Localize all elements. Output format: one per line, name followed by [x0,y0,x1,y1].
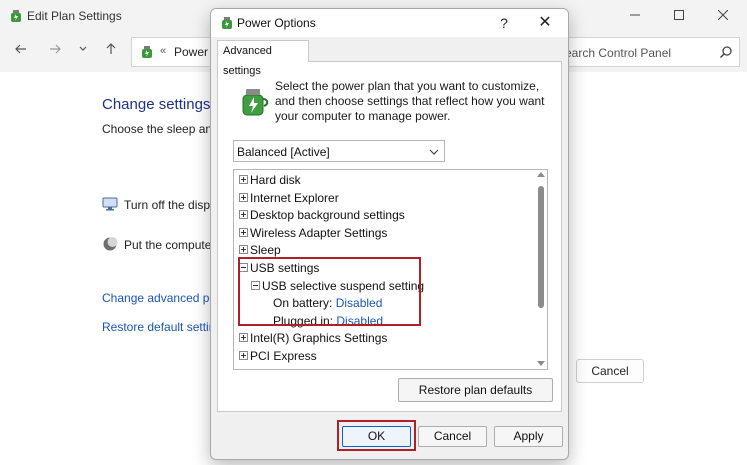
tree-item-text: Wireless Adapter Settings [250,225,388,240]
power-plan-selected-value: Balanced [Active] [237,145,330,159]
expand-plus-icon[interactable] [239,333,248,343]
tree-item[interactable]: USB settings [234,259,532,277]
tree-item[interactable]: PCI Express [234,347,532,365]
tree-item-value-link[interactable]: Disabled [336,296,383,310]
dialog-close-button[interactable]: ✕ [533,12,557,34]
tree-item[interactable]: Desktop background settings [234,206,532,224]
search-placeholder: earch Control Panel [565,46,672,60]
tree-item-label: Wireless Adapter Settings [250,224,387,242]
tree-item-label: Desktop background settings [250,206,405,224]
advanced-settings-panel: Select the power plan that you want to c… [217,61,562,412]
tree-item-text: Intel(R) Graphics Settings [250,331,388,346]
recent-locations-button[interactable] [72,40,94,62]
arrow-left-icon [15,44,26,54]
expand-plus-icon[interactable] [239,245,248,255]
tree-item-label: USB selective suspend setting [262,277,424,295]
turn-off-display-label: Turn off the displ [124,198,213,212]
restore-default-settings-link[interactable]: Restore default setting [102,320,222,334]
collapse-minus-icon[interactable] [239,263,248,272]
forward-button[interactable] [44,40,66,62]
maximize-button[interactable] [664,4,694,26]
search-icon [719,46,732,59]
tree-item[interactable]: Internet Explorer [234,189,532,207]
tree-scrollbar[interactable] [534,170,547,369]
sleep-label: Put the computer [124,238,216,252]
tree-item-label: USB settings [250,259,319,277]
tree-item-label: Hard disk [250,171,301,189]
tree-item-text: Hard disk [250,173,301,187]
tab-advanced-settings[interactable]: Advanced settings [217,40,309,77]
page-subtitle: Choose the sleep and [102,122,219,136]
scrollbar-thumb[interactable] [538,186,544,308]
back-button[interactable] [10,40,32,62]
window-close-button[interactable] [708,4,738,26]
tree-item[interactable]: Hard disk [234,171,532,189]
tree-item-label: Plugged in: Disabled [273,312,383,330]
tree-item-text: USB settings [250,261,320,275]
tree-item-text: Sleep [250,243,281,258]
tree-item-label: Sleep [250,241,281,259]
chevron-down-icon [429,149,439,155]
apply-button[interactable]: Apply [494,426,563,447]
minimize-icon [630,14,640,16]
expand-plus-icon[interactable] [239,175,248,184]
expand-plus-icon[interactable] [239,210,248,220]
ok-button[interactable]: OK [342,426,411,447]
power-options-icon [222,17,232,29]
tree-item-text: Internet Explorer [250,190,339,205]
power-options-icon [11,10,21,22]
background-window-title: Edit Plan Settings [27,9,122,23]
power-options-icon [142,46,152,58]
tree-item-label: PCI Express [250,347,317,365]
tree-item[interactable]: On battery: Disabled [234,294,532,312]
up-button[interactable] [100,40,122,62]
expand-plus-icon[interactable] [239,192,248,202]
display-icon [102,197,118,211]
tree-item[interactable]: Sleep [234,241,532,259]
tree-item-label: Intel(R) Graphics Settings [250,329,387,347]
background-cancel-button[interactable]: Cancel [576,359,644,383]
minimize-button[interactable] [620,4,650,26]
tree-item-label: Internet Explorer [250,189,339,207]
change-advanced-power-link[interactable]: Change advanced pov [102,291,222,305]
expand-plus-icon[interactable] [239,351,248,360]
dialog-title-bar: Power Options ? ✕ [211,9,568,37]
tree-item[interactable]: Intel(R) Graphics Settings [234,329,532,347]
expand-plus-icon[interactable] [239,227,248,237]
tree-item-value-link[interactable]: Disabled [336,314,383,328]
maximize-icon [674,10,684,20]
settings-tree[interactable]: Hard disk Internet Explorer Desktop backgr… [233,169,548,370]
power-plan-icon [242,89,269,116]
power-options-dialog: Power Options ? ✕ Advanced settings Sele… [210,8,569,460]
power-plan-select[interactable]: Balanced [Active] [233,140,445,162]
tree-item-text: Desktop background settings [250,208,405,223]
restore-plan-defaults-button[interactable]: Restore plan defaults [398,378,553,402]
dialog-title: Power Options [237,16,316,30]
breadcrumb-overflow[interactable]: « [160,45,166,57]
tree-item[interactable]: Wireless Adapter Settings [234,224,532,242]
arrow-right-icon [50,44,61,54]
tree-item[interactable]: USB selective suspend setting [234,277,532,295]
tree-item-text: PCI Express [250,349,317,363]
collapse-minus-icon[interactable] [251,280,260,290]
close-icon [717,9,729,21]
tree-item[interactable]: Plugged in: Disabled [234,312,532,330]
scroll-down-arrow-icon[interactable] [537,361,545,366]
cancel-button[interactable]: Cancel [418,426,487,447]
plan-description: Select the power plan that you want to c… [275,79,545,123]
help-button[interactable]: ? [493,12,515,34]
tree-item-text: Plugged in: [273,313,337,328]
tree-item-label: On battery: Disabled [273,294,382,312]
tree-item-text: USB selective suspend setting [262,278,425,293]
scroll-up-arrow-icon[interactable] [537,172,545,177]
chevron-down-icon [79,46,87,51]
page-title: Change settings [102,96,211,113]
search-input[interactable]: earch Control Panel [560,37,740,67]
moon-icon [103,237,118,251]
arrow-up-icon [106,43,116,54]
tree-item-text: On battery: [273,296,336,311]
